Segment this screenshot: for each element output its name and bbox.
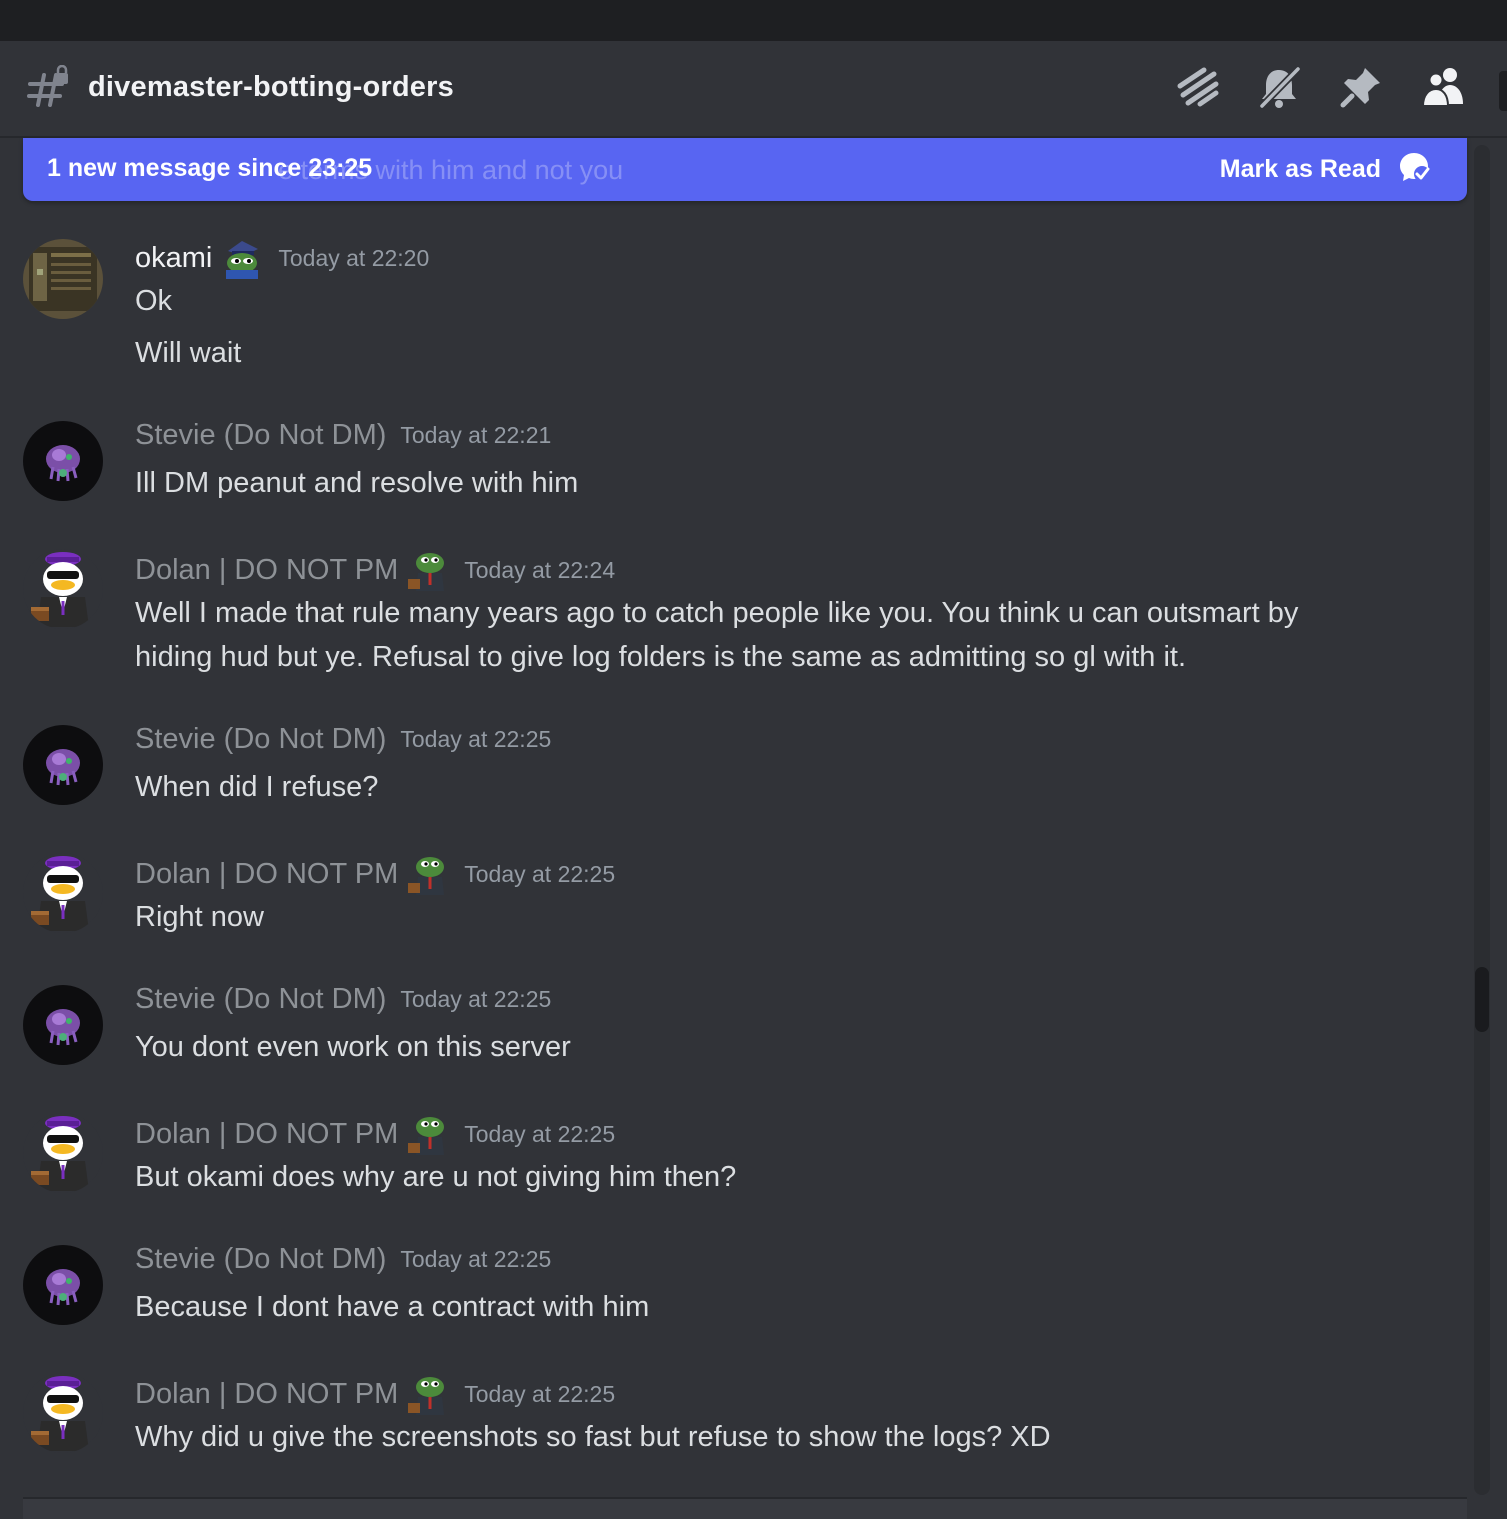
avatar[interactable] — [23, 549, 103, 629]
pepe-businessman-badge-icon — [406, 853, 450, 895]
username[interactable]: Dolan | DO NOT PM — [135, 554, 398, 587]
message-content: Will wait — [135, 337, 242, 369]
new-messages-label: 1 new message since 23:25 — [47, 154, 373, 182]
timestamp: Today at 22:25 — [464, 1380, 616, 1407]
avatar[interactable] — [23, 725, 103, 805]
message-list: okami Today at 22:20 Ok Will wait Stevie… — [0, 201, 1470, 1497]
mark-read-icon — [1397, 150, 1431, 189]
pin-icon[interactable] — [1337, 63, 1385, 111]
username[interactable]: Stevie (Do Not DM) — [135, 419, 386, 452]
timestamp: Today at 22:20 — [278, 244, 430, 271]
timestamp: Today at 22:25 — [464, 1120, 616, 1147]
message-content: Ok — [135, 285, 173, 317]
hash-lock-icon — [26, 64, 70, 109]
message-content: You dont even work on this server — [135, 1031, 571, 1063]
avatar[interactable] — [23, 239, 103, 319]
avatar[interactable] — [23, 853, 103, 933]
avatar[interactable] — [23, 1373, 103, 1453]
pepe-businessman-badge-icon — [406, 549, 450, 591]
message-input[interactable] — [23, 1497, 1467, 1519]
timestamp: Today at 22:25 — [400, 726, 552, 752]
window-titlebar — [0, 0, 1507, 41]
scrollbar-track[interactable] — [1474, 145, 1490, 1495]
window-edge — [1499, 71, 1507, 111]
avatar[interactable] — [23, 985, 103, 1065]
pepe-officer-badge-icon — [220, 237, 264, 279]
threads-icon[interactable] — [1173, 63, 1221, 111]
timestamp: Today at 22:24 — [464, 556, 616, 583]
username[interactable]: Stevie (Do Not DM) — [135, 1243, 386, 1276]
timestamp: Today at 22:21 — [400, 422, 552, 448]
timestamp: Today at 22:25 — [400, 986, 552, 1012]
message-content: Because I dont have a contract with him — [135, 1291, 650, 1323]
timestamp: Today at 22:25 — [400, 1246, 552, 1272]
new-messages-banner[interactable]: e terms with him and not you 1 new messa… — [23, 138, 1467, 201]
username[interactable]: Dolan | DO NOT PM — [135, 1378, 398, 1411]
notification-muted-icon[interactable] — [1255, 63, 1303, 111]
avatar[interactable] — [23, 1113, 103, 1193]
username[interactable]: Stevie (Do Not DM) — [135, 983, 386, 1016]
composer-area — [0, 1497, 1507, 1519]
message-content: Right now — [135, 901, 264, 933]
mark-as-read-label: Mark as Read — [1219, 155, 1381, 183]
member-list-icon[interactable] — [1419, 63, 1467, 111]
channel-name: divemaster-botting-orders — [88, 71, 454, 103]
message-content: Ill DM peanut and resolve with him — [135, 467, 579, 499]
avatar[interactable] — [23, 1245, 103, 1325]
username[interactable]: Dolan | DO NOT PM — [135, 1118, 398, 1151]
username[interactable]: okami — [135, 242, 212, 275]
timestamp: Today at 22:25 — [464, 860, 616, 887]
username[interactable]: Dolan | DO NOT PM — [135, 858, 398, 891]
pepe-businessman-badge-icon — [406, 1373, 450, 1415]
message-content: Why did u give the screenshots so fast b… — [135, 1421, 1051, 1453]
message-content: hiding hud but ye. Refusal to give log f… — [135, 641, 1187, 673]
mark-as-read-button[interactable]: Mark as Read — [1220, 150, 1431, 189]
pepe-businessman-badge-icon — [406, 1113, 450, 1155]
message-content: But okami does why are u not giving him … — [135, 1161, 737, 1193]
message-content: When did I refuse? — [135, 771, 379, 803]
scrollbar-thumb[interactable] — [1475, 967, 1489, 1032]
channel-header: divemaster-botting-orders — [0, 41, 1507, 138]
avatar[interactable] — [23, 421, 103, 501]
message-content: Well I made that rule many years ago to … — [135, 597, 1299, 629]
username[interactable]: Stevie (Do Not DM) — [135, 723, 386, 756]
